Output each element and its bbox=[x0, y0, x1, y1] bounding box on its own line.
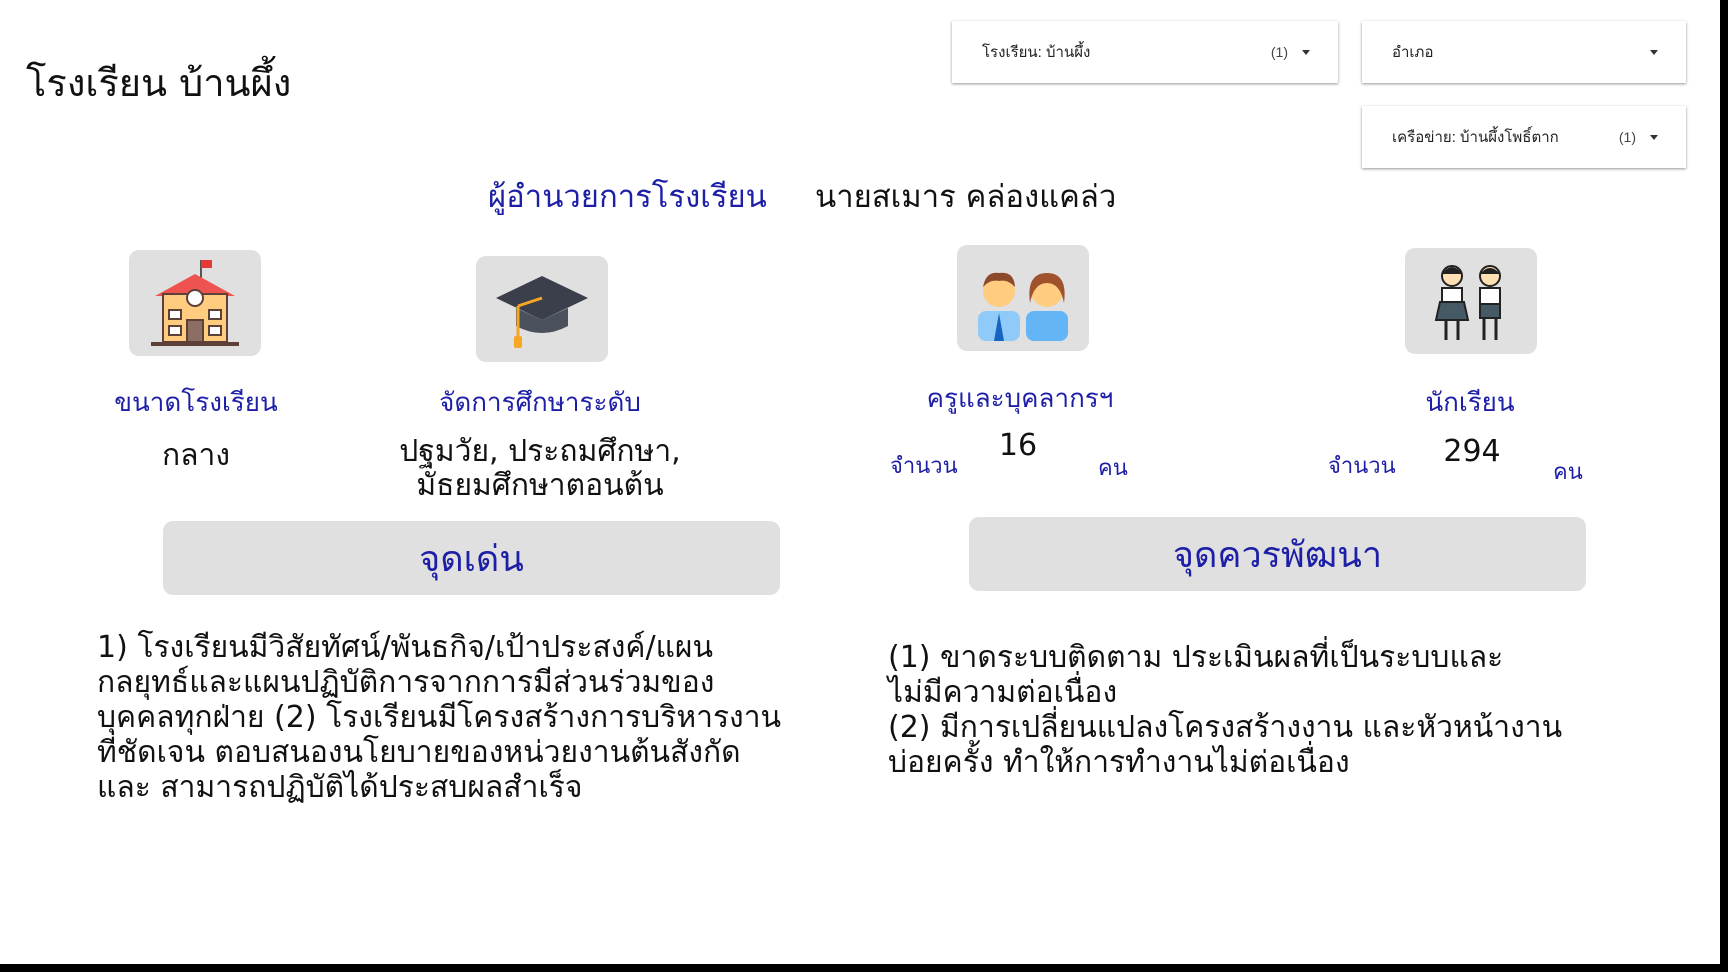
chevron-down-icon bbox=[1650, 49, 1658, 55]
chevron-down-icon bbox=[1302, 49, 1310, 55]
school-size-icon-box bbox=[129, 250, 261, 356]
students-icon bbox=[1434, 265, 1501, 340]
students-count-unit: คน bbox=[1553, 460, 1583, 485]
education-level-line: มัธยมศึกษาตอนต้น bbox=[416, 468, 664, 503]
school-filter-label: โรงเรียน: บ้านผึ้ง bbox=[982, 40, 1271, 64]
school-filter-count: (1) bbox=[1270, 44, 1288, 60]
network-filter-label: เครือข่าย: บ้านผึ้งโพธิ์ตาก bbox=[1392, 125, 1619, 149]
strengths-line: และ สามารถปฏิบัติได้ประสบผลสำเร็จ bbox=[97, 770, 583, 805]
teachers-count: 16 bbox=[998, 428, 1038, 463]
strengths-text: 1) โรงเรียนมีวิสัยทัศน์/พันธกิจ/เป้าประส… bbox=[97, 630, 857, 805]
school-filter-field-name: โรงเรียน bbox=[982, 44, 1038, 61]
strengths-line: ที่ชัดเจน ตอบสนองนโยบายของหน่วยงานต้นสัง… bbox=[97, 735, 741, 770]
school-size-label: ขนาดโรงเรียน bbox=[114, 388, 278, 418]
students-icon-box bbox=[1405, 248, 1537, 354]
strengths-line: กลยุทธ์และแผนปฏิบัติการจากการมีส่วนร่วมข… bbox=[97, 665, 715, 700]
improvements-line: (2) มีการเปลี่ยนแปลงโครงสร้างงาน และหัวห… bbox=[888, 710, 1563, 745]
graduation-cap-icon bbox=[496, 276, 588, 348]
dashboard-canvas: โรงเรียน บ้านผึ้ง โรงเรียน: บ้านผึ้ง (1)… bbox=[0, 0, 1722, 964]
students-count: 294 bbox=[1443, 434, 1501, 469]
education-level-icon-box bbox=[476, 256, 608, 362]
education-level-value: ปฐมวัย, ประถมศึกษา, มัธยมศึกษาตอนต้น bbox=[370, 435, 710, 503]
page-title: โรงเรียน บ้านผึ้ง bbox=[26, 61, 292, 105]
director-label: ผู้อำนวยการโรงเรียน bbox=[488, 179, 767, 215]
school-size-value: กลาง bbox=[161, 438, 231, 473]
teachers-icon bbox=[978, 272, 1068, 341]
teachers-label: ครูและบุคลากรฯ bbox=[926, 384, 1114, 414]
network-filter-dropdown[interactable]: เครือข่าย: บ้านผึ้งโพธิ์ตาก (1) bbox=[1362, 106, 1686, 168]
teachers-count-unit: คน bbox=[1098, 456, 1128, 481]
improvements-line: ไม่มีความต่อเนื่อง bbox=[888, 675, 1118, 710]
improvements-line: บ่อยครั้ง ทำให้การทำงานไม่ต่อเนื่อง bbox=[888, 745, 1350, 780]
teachers-icon-box bbox=[957, 245, 1089, 351]
improvements-line: (1) ขาดระบบติดตาม ประเมินผลที่เป็นระบบแล… bbox=[888, 640, 1504, 675]
improvements-banner: จุดควรพัฒนา bbox=[969, 517, 1586, 591]
chevron-down-icon bbox=[1650, 134, 1658, 140]
school-filter-dropdown[interactable]: โรงเรียน: บ้านผึ้ง (1) bbox=[952, 21, 1338, 83]
school-filter-value: : บ้านผึ้ง bbox=[1037, 44, 1091, 61]
strengths-banner: จุดเด่น bbox=[163, 521, 780, 595]
teachers-count-prefix: จำนวน bbox=[890, 454, 958, 479]
education-level-label: จัดการศึกษาระดับ bbox=[439, 388, 641, 418]
school-building-icon bbox=[151, 260, 239, 346]
director-name: นายสเมาร คล่องแคล่ว bbox=[815, 179, 1117, 215]
students-count-prefix: จำนวน bbox=[1328, 454, 1396, 479]
district-filter-dropdown[interactable]: อำเภอ bbox=[1362, 21, 1686, 83]
strengths-line: 1) โรงเรียนมีวิสัยทัศน์/พันธกิจ/เป้าประส… bbox=[97, 630, 714, 665]
network-filter-count: (1) bbox=[1618, 129, 1636, 145]
network-filter-value: : บ้านผึ้งโพธิ์ตาก bbox=[1451, 129, 1559, 146]
district-filter-label: อำเภอ bbox=[1392, 44, 1434, 61]
strengths-line: บุคคลทุกฝ่าย (2) โรงเรียนมีโครงสร้างการบ… bbox=[97, 700, 782, 735]
students-label: นักเรียน bbox=[1425, 388, 1515, 418]
education-level-line: ปฐมวัย, ประถมศึกษา, bbox=[399, 434, 681, 469]
improvements-text: (1) ขาดระบบติดตาม ประเมินผลที่เป็นระบบแล… bbox=[888, 640, 1678, 780]
network-filter-field-name: เครือข่าย bbox=[1392, 129, 1452, 146]
